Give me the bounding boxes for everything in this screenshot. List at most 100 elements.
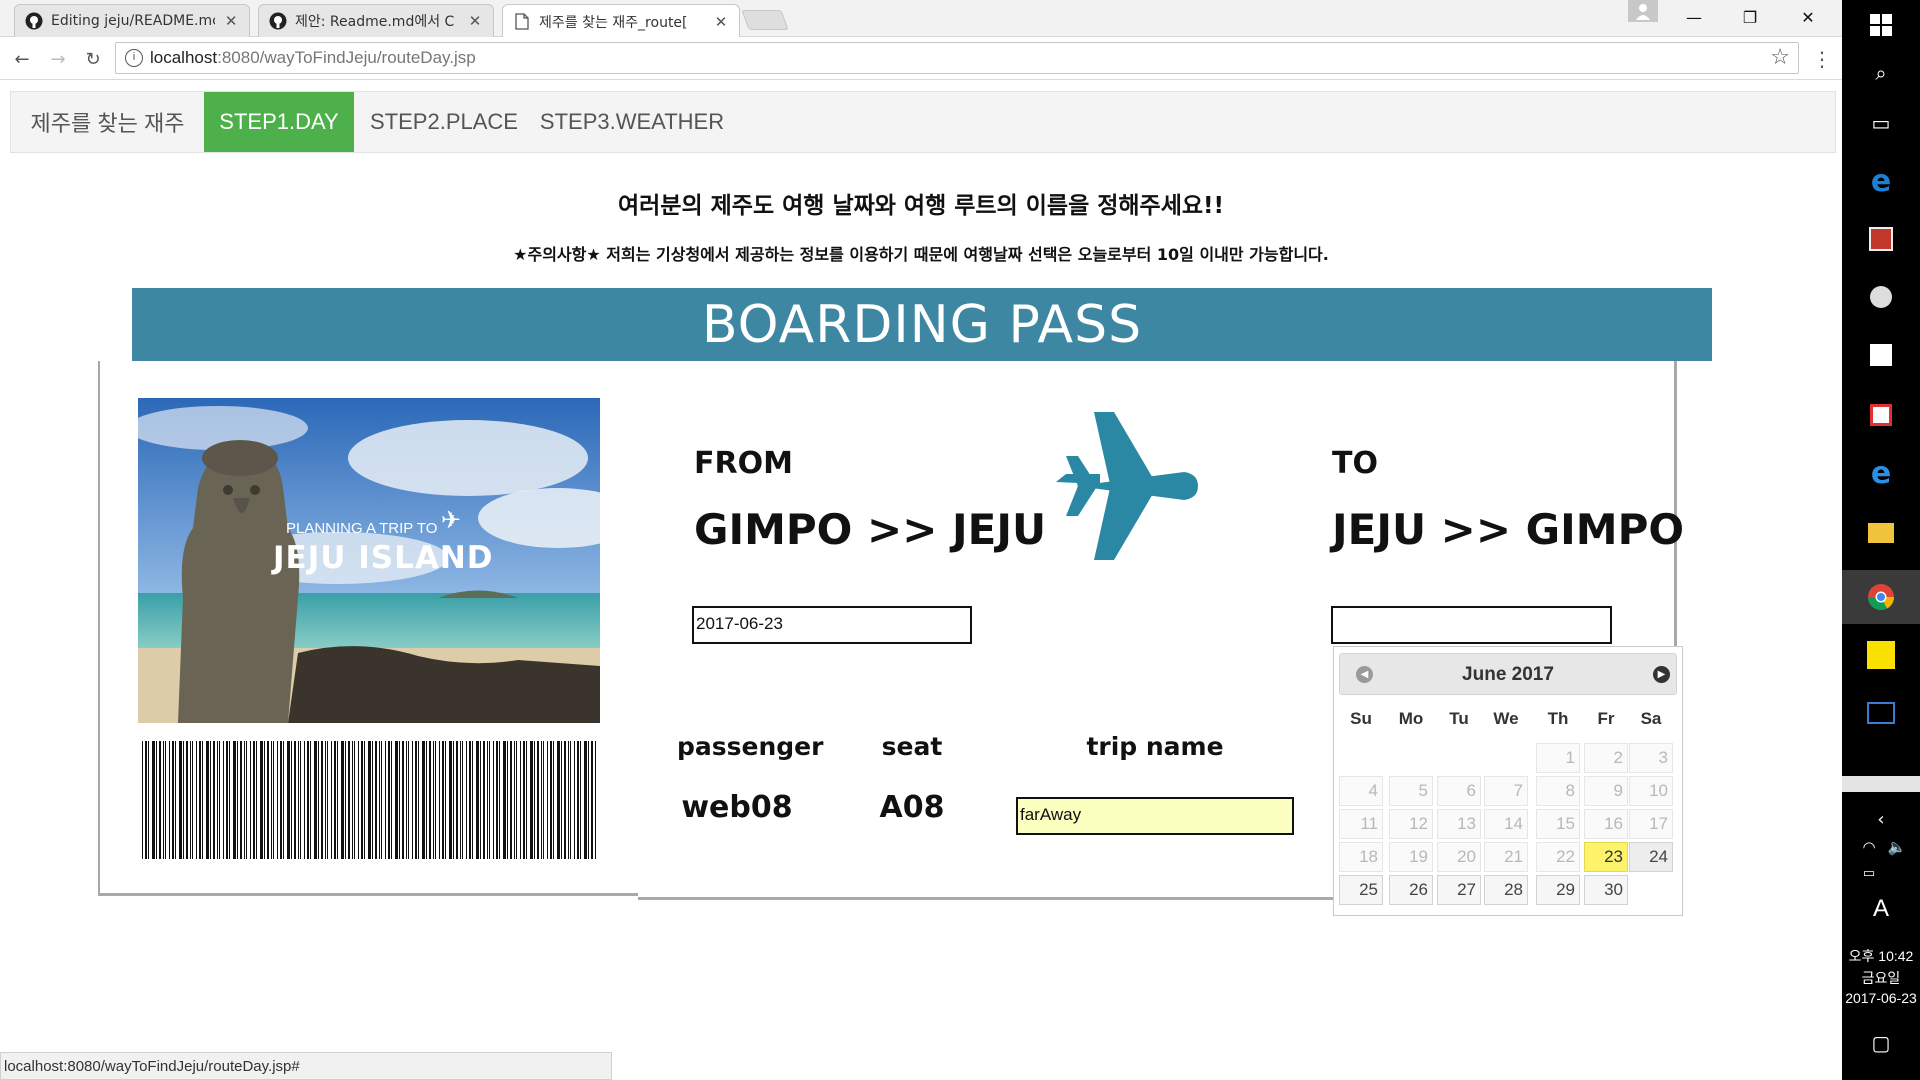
calendar-day: 21 (1484, 842, 1528, 872)
barcode-bar (408, 741, 409, 859)
calendar-day[interactable]: 29 (1536, 875, 1580, 905)
to-date-input[interactable] (1331, 606, 1612, 644)
app-icon[interactable] (1866, 282, 1896, 312)
close-icon[interactable]: ✕ (223, 12, 239, 30)
menu-icon[interactable]: ⋮ (1808, 45, 1836, 73)
barcode-bar (480, 741, 481, 859)
barcode-bar (391, 741, 392, 859)
calendar-day[interactable]: 28 (1484, 875, 1528, 905)
tab-title: Editing jeju/README.mc (51, 13, 216, 29)
calendar-day[interactable]: 27 (1437, 875, 1481, 905)
battery-icon[interactable]: ▭ (1854, 858, 1884, 888)
barcode-bar (219, 741, 220, 859)
edge-icon[interactable]: e (1866, 164, 1896, 199)
app-icon[interactable] (1866, 224, 1896, 254)
barcode-bar (183, 741, 184, 859)
barcode-bar (439, 741, 440, 859)
file-explorer-icon[interactable] (1866, 518, 1896, 548)
browser-toolbar: ← → ↻ i localhost:8080/wayToFindJeju/rou… (0, 37, 1842, 80)
barcode-bar (561, 741, 562, 859)
browser-tab-active[interactable]: 제주를 찾는 재주_route[ ✕ (502, 4, 740, 38)
from-date-input[interactable]: 2017-06-23 (692, 606, 972, 644)
kakaotalk-icon[interactable] (1866, 640, 1896, 670)
scrollbar[interactable] (1842, 776, 1920, 792)
close-icon[interactable]: ✕ (713, 13, 729, 31)
forward-icon[interactable]: → (44, 45, 72, 73)
barcode-bar (402, 741, 404, 859)
barcode-bar (415, 741, 417, 859)
browser-tab[interactable]: 제안: Readme.md에서 C ✕ (258, 4, 494, 37)
calendar-day: 18 (1339, 842, 1383, 872)
barcode-bar (595, 741, 596, 859)
brand-link[interactable]: 제주를 찾는 재주 (11, 92, 204, 152)
trip-name-input[interactable]: farAway (1016, 797, 1294, 835)
calendar-day[interactable]: 26 (1389, 875, 1433, 905)
nav-step3-weather[interactable]: STEP3.WEATHER (534, 92, 730, 152)
barcode-bar (202, 741, 203, 859)
back-icon[interactable]: ← (8, 45, 36, 73)
barcode-bar (516, 741, 517, 859)
calendar-day: 16 (1584, 809, 1628, 839)
barcode-bar (584, 741, 587, 859)
barcode-bar (250, 741, 251, 859)
calendar-day[interactable]: 25 (1339, 875, 1383, 905)
barcode-bar (399, 741, 400, 859)
nav-step1-day[interactable]: STEP1.DAY (204, 92, 354, 152)
app-icon[interactable] (1866, 400, 1896, 430)
minimize-button[interactable]: — (1666, 0, 1722, 34)
barcode-bar (588, 741, 589, 859)
pass-border-bottom (98, 893, 638, 896)
nav-step2-place[interactable]: STEP2.PLACE (364, 92, 524, 152)
barcode-bar (199, 741, 201, 859)
weekday-label: We (1493, 709, 1519, 728)
barcode-bar (429, 741, 431, 859)
barcode-bar (466, 741, 467, 859)
barcode-bar (321, 741, 323, 859)
info-icon[interactable]: i (125, 49, 143, 67)
volume-icon[interactable]: 🔈 (1882, 832, 1912, 862)
new-tab-button[interactable] (741, 10, 789, 30)
barcode-bar (442, 741, 444, 859)
barcode-bar (433, 741, 434, 859)
store-icon[interactable] (1866, 340, 1896, 370)
calendar-day[interactable]: 24 (1629, 842, 1673, 872)
chevron-left-icon[interactable]: ‹ (1866, 804, 1896, 834)
mysql-icon[interactable] (1866, 698, 1896, 728)
barcode-bar (574, 741, 575, 859)
barcode-bar (372, 741, 373, 859)
clock-date[interactable]: 2017-06-23 (1842, 990, 1920, 1006)
clock-day[interactable]: 금요일 (1842, 968, 1920, 988)
address-bar[interactable]: i localhost:8080/wayToFindJeju/routeDay.… (115, 42, 1799, 74)
barcode-bar (577, 741, 579, 859)
barcode-bar (358, 741, 359, 859)
ime-indicator[interactable]: A (1866, 894, 1896, 924)
search-icon[interactable]: ⌕ (1866, 58, 1896, 88)
browser-tab[interactable]: Editing jeju/README.mc ✕ (14, 4, 250, 37)
barcode-bar (348, 741, 350, 859)
internet-explorer-icon[interactable]: e (1866, 456, 1896, 491)
barcode-bar (253, 741, 255, 859)
calendar-day[interactable]: 30 (1584, 875, 1628, 905)
close-icon[interactable]: ✕ (467, 12, 483, 30)
windows-start-icon[interactable] (1866, 10, 1896, 40)
task-view-icon[interactable]: ▭ (1866, 108, 1896, 138)
profile-icon[interactable] (1628, 0, 1658, 22)
chrome-icon[interactable] (1866, 582, 1896, 612)
next-month-icon[interactable]: ▶ (1653, 666, 1670, 683)
notification-icon[interactable]: ▢ (1866, 1028, 1896, 1058)
barcode-bar (325, 741, 326, 859)
maximize-button[interactable]: ❐ (1722, 0, 1778, 34)
clock-time[interactable]: 오후 10:42 (1842, 946, 1920, 966)
barcode-bar (368, 741, 371, 859)
trip-name-label: trip name (1086, 732, 1224, 761)
passenger-label: passenger (677, 732, 824, 761)
barcode-bar (476, 741, 479, 859)
reload-icon[interactable]: ↻ (79, 45, 107, 73)
barcode-bar (523, 741, 525, 859)
calendar-day[interactable]: 23 (1584, 842, 1628, 872)
close-window-button[interactable]: ✕ (1780, 0, 1836, 34)
barcode-bar (152, 741, 155, 859)
bookmark-star-icon[interactable]: ☆ (1770, 45, 1790, 70)
barcode-bar (381, 741, 382, 859)
page-icon (513, 13, 531, 31)
